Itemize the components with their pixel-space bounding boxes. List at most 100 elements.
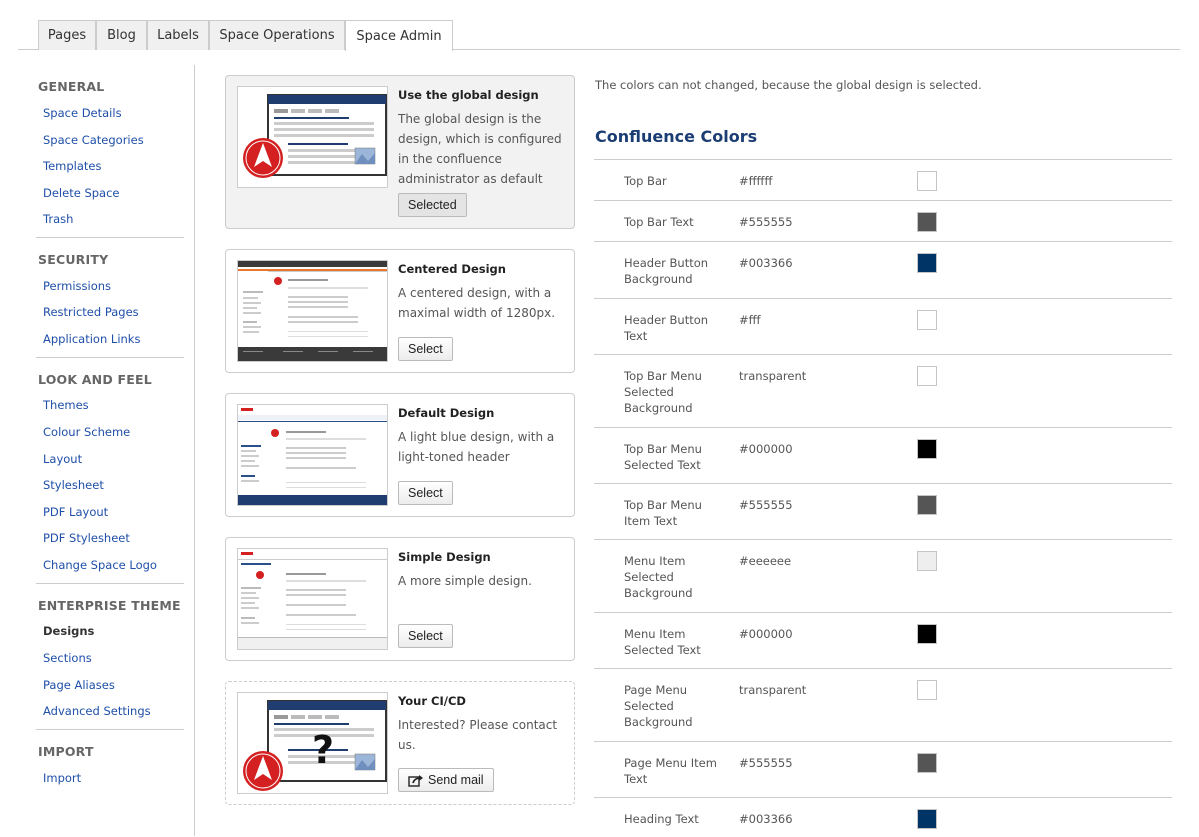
color-swatch <box>917 680 937 700</box>
color-value: #ffffff <box>739 174 773 188</box>
sidebar-divider <box>36 357 184 358</box>
color-value: #eeeeee <box>739 554 792 568</box>
default-design-preview-image <box>237 404 388 506</box>
color-label: Top Bar <box>624 174 667 188</box>
design-card-centered: Centered Design A centered design, with … <box>225 249 575 373</box>
sidebar-divider <box>194 65 195 836</box>
sidebar-item-stylesheet[interactable]: Stylesheet <box>43 478 104 492</box>
design-title: Use the global design <box>398 88 539 102</box>
sidebar-item-space-categories[interactable]: Space Categories <box>43 133 144 147</box>
color-value: #000000 <box>739 627 793 641</box>
color-value: #555555 <box>739 498 793 512</box>
sidebar-item-templates[interactable]: Templates <box>43 159 101 173</box>
color-value: #003366 <box>739 256 793 270</box>
sidebar-item-sections[interactable]: Sections <box>43 651 92 665</box>
color-swatch <box>917 310 937 330</box>
color-label: Page Menu Selected Background <box>624 683 693 729</box>
sidebar-item-import[interactable]: Import <box>43 771 81 785</box>
color-swatch <box>917 809 937 829</box>
sidebar-item-layout[interactable]: Layout <box>43 452 82 466</box>
selected-button[interactable]: Selected <box>398 193 467 217</box>
sidebar-divider <box>36 729 184 730</box>
design-card-global: Use the global design The global design … <box>225 75 575 229</box>
design-card-default: Default Design A light blue design, with… <box>225 393 575 517</box>
design-description: Interested? Please contact us. <box>398 718 558 752</box>
color-label: Page Menu Item Text <box>624 756 717 786</box>
color-label: Top Bar Menu Item Text <box>624 498 702 528</box>
color-label: Menu Item Selected Background <box>624 554 693 600</box>
tab-pages[interactable]: Pages <box>38 20 96 50</box>
tab-space-admin[interactable]: Space Admin <box>345 20 453 51</box>
select-centered-design-button[interactable]: Select <box>398 337 453 361</box>
sidebar-item-themes[interactable]: Themes <box>43 398 89 412</box>
global-design-preview-image <box>237 86 388 188</box>
tab-blog[interactable]: Blog <box>96 20 147 50</box>
color-row-page-menu-item-text: Page Menu Item Text #555555 <box>594 741 1172 797</box>
color-value: transparent <box>739 369 807 383</box>
confluence-colors-table: Top Bar #ffffff Top Bar Text #555555 Hea… <box>594 159 1172 837</box>
color-value: #000000 <box>739 442 793 456</box>
color-row-top-bar-menu-selected-text: Top Bar Menu Selected Text #000000 <box>594 427 1172 483</box>
space-tabs: Pages Blog Labels Space Operations Space… <box>18 20 1180 51</box>
sidebar-item-delete-space[interactable]: Delete Space <box>43 186 120 200</box>
sidebar-item-space-details[interactable]: Space Details <box>43 106 122 120</box>
sidebar-divider <box>36 237 184 238</box>
select-simple-design-button[interactable]: Select <box>398 624 453 648</box>
color-label: Header Button Text <box>624 313 709 343</box>
color-value: #003366 <box>739 812 793 826</box>
centered-design-preview-image <box>237 260 388 362</box>
color-row-menu-item-selected-text: Menu Item Selected Text #000000 <box>594 612 1172 668</box>
sidebar-item-pdf-stylesheet[interactable]: PDF Stylesheet <box>43 531 130 545</box>
color-label: Header Button Background <box>624 256 709 286</box>
share-icon <box>408 774 423 787</box>
color-swatch <box>917 753 937 773</box>
sidebar-item-colour-scheme[interactable]: Colour Scheme <box>43 425 130 439</box>
color-label: Heading Text <box>624 812 699 826</box>
sidebar-item-trash[interactable]: Trash <box>43 212 73 226</box>
color-row-menu-item-selected-background: Menu Item Selected Background #eeeeee <box>594 539 1172 612</box>
design-title: Your CI/CD <box>398 694 466 708</box>
color-swatch <box>917 624 937 644</box>
color-value: #555555 <box>739 756 793 770</box>
design-description: A light blue design, with a light-toned … <box>398 430 555 464</box>
design-card-custom-ci: ? Your CI/CD Interested? Please contact … <box>225 681 575 805</box>
global-design-notice: The colors can not changed, because the … <box>595 78 982 92</box>
design-description: The global design is the design, which i… <box>398 112 562 186</box>
color-row-header-button-background: Header Button Background #003366 <box>594 241 1172 298</box>
color-value: #555555 <box>739 215 793 229</box>
sidebar-item-change-space-logo[interactable]: Change Space Logo <box>43 558 157 572</box>
color-swatch <box>917 439 937 459</box>
confluence-colors-heading: Confluence Colors <box>595 127 758 146</box>
sidebar-heading-enterprise-theme: ENTERPRISE THEME <box>38 598 181 613</box>
color-value: transparent <box>739 683 807 697</box>
svg-text:?: ? <box>312 728 334 772</box>
color-row-top-bar-text: Top Bar Text #555555 <box>594 200 1172 241</box>
color-row-top-bar: Top Bar #ffffff <box>594 159 1172 200</box>
color-value: #fff <box>739 313 761 327</box>
select-default-design-button[interactable]: Select <box>398 481 453 505</box>
sidebar-item-application-links[interactable]: Application Links <box>43 332 140 346</box>
sidebar-item-advanced-settings[interactable]: Advanced Settings <box>43 704 151 718</box>
color-swatch <box>917 253 937 273</box>
color-row-header-button-text: Header Button Text #fff <box>594 298 1172 354</box>
sidebar-item-pdf-layout[interactable]: PDF Layout <box>43 505 108 519</box>
sidebar-item-permissions[interactable]: Permissions <box>43 279 111 293</box>
sidebar-heading-security: SECURITY <box>38 252 109 267</box>
send-mail-label: Send mail <box>428 773 484 787</box>
sidebar-item-designs[interactable]: Designs <box>43 624 94 638</box>
sidebar-item-page-aliases[interactable]: Page Aliases <box>43 678 115 692</box>
color-label: Menu Item Selected Text <box>624 627 701 657</box>
color-swatch <box>917 171 937 191</box>
color-label: Top Bar Menu Selected Text <box>624 442 702 472</box>
send-mail-button[interactable]: Send mail <box>398 768 494 792</box>
design-card-simple: Simple Design A more simple design. Sele… <box>225 537 575 661</box>
color-label: Top Bar Menu Selected Background <box>624 369 702 415</box>
design-description: A centered design, with a maximal width … <box>398 286 556 320</box>
tab-labels[interactable]: Labels <box>147 20 209 50</box>
sidebar-item-restricted-pages[interactable]: Restricted Pages <box>43 305 139 319</box>
color-swatch <box>917 212 937 232</box>
sidebar-heading-general: GENERAL <box>38 79 105 94</box>
design-title: Default Design <box>398 406 495 420</box>
tab-space-operations[interactable]: Space Operations <box>209 20 345 50</box>
color-row-top-bar-menu-item-text: Top Bar Menu Item Text #555555 <box>594 483 1172 539</box>
